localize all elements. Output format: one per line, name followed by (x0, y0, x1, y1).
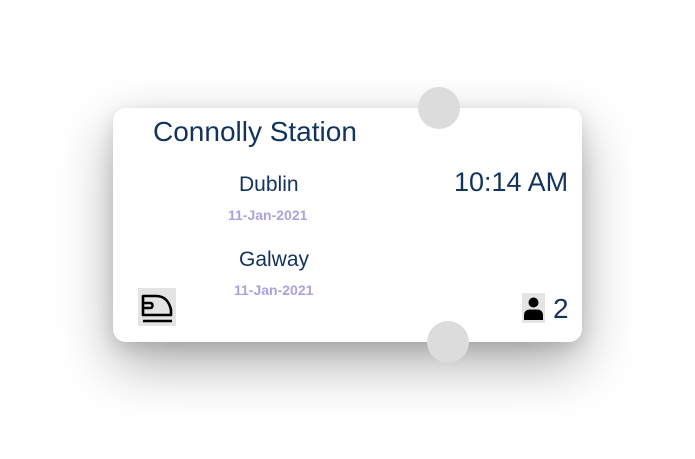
origin-city: Dublin (239, 173, 299, 196)
person-icon (522, 293, 545, 323)
destination-date: 11-Jan-2021 (234, 282, 314, 298)
station-name: Connolly Station (153, 116, 357, 147)
ticket-notch-bottom (427, 321, 469, 363)
destination-city: Galway (239, 248, 310, 271)
departure-time: 10:14 AM (454, 167, 569, 197)
ticket-card[interactable]: Connolly Station Dublin 11-Jan-2021 Galw… (113, 87, 582, 363)
train-icon (138, 288, 176, 326)
passenger-count: 2 (553, 293, 569, 324)
origin-date: 11-Jan-2021 (228, 207, 308, 223)
ticket-notch-top (418, 87, 460, 129)
